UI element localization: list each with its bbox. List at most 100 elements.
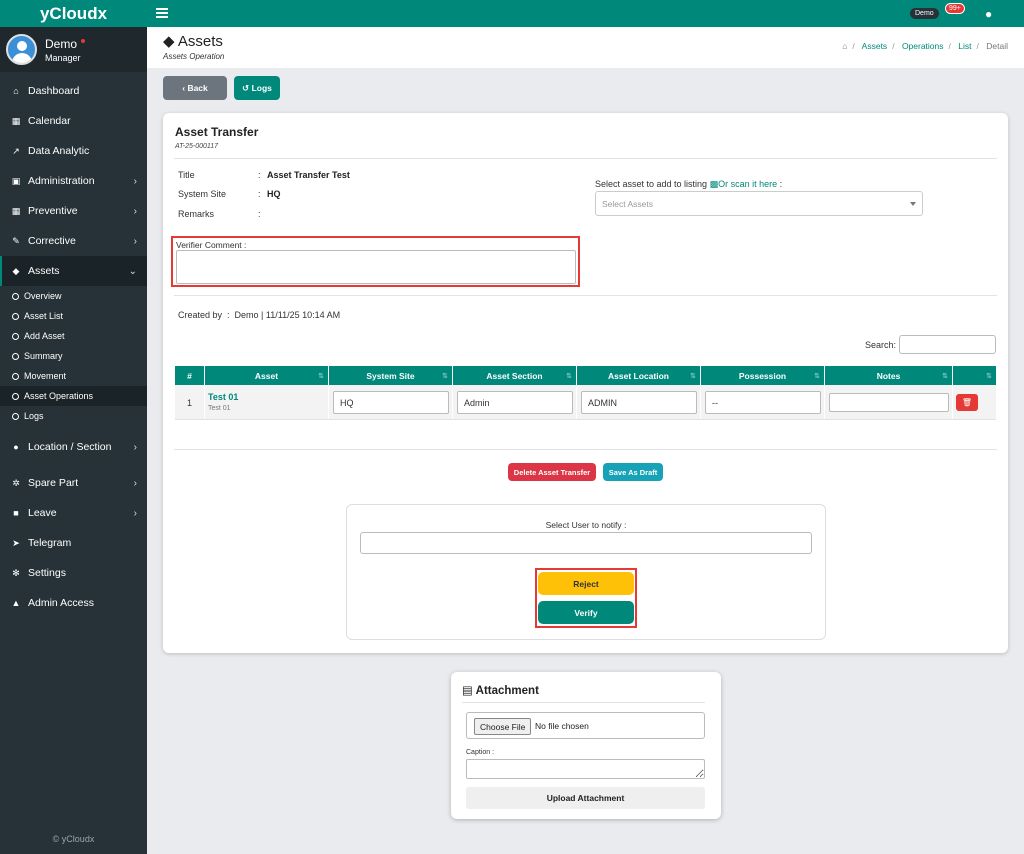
back-button[interactable]: ‹ Back bbox=[163, 76, 227, 100]
demo-badge: Demo bbox=[910, 8, 939, 19]
notes-field[interactable] bbox=[829, 393, 949, 412]
caption-input[interactable] bbox=[466, 759, 705, 779]
qr-icon: ▩ bbox=[709, 179, 719, 189]
notify-user-input[interactable] bbox=[360, 532, 812, 554]
reject-button[interactable]: Reject bbox=[538, 572, 634, 595]
scan-link[interactable]: Or scan it here bbox=[718, 179, 777, 189]
divider bbox=[174, 449, 997, 450]
table-row: 1 Test 01 Test 01 HQ Admin ADMIN -- 🗑 bbox=[175, 385, 996, 420]
card-title: Asset Transfer bbox=[175, 125, 259, 139]
gear-icon: ✻ bbox=[12, 568, 20, 578]
asset-section-field[interactable]: Admin bbox=[457, 391, 573, 414]
save-as-draft-button[interactable]: Save As Draft bbox=[603, 463, 663, 481]
sort-icon: ⇅ bbox=[566, 372, 572, 380]
admin-icon: ▣ bbox=[11, 176, 21, 186]
sidebar-item-leave[interactable]: ■ Leave › bbox=[0, 498, 147, 528]
history-icon: ↺ bbox=[242, 82, 252, 93]
circle-icon bbox=[12, 352, 19, 360]
delete-row-button[interactable]: 🗑 bbox=[956, 394, 978, 411]
sidebar: yCloudx Demo Manager ⌂ Dashboard ▦ Calenda… bbox=[0, 0, 147, 854]
sort-icon: ⇅ bbox=[690, 372, 696, 380]
sidebar-item-corrective[interactable]: ✎ Corrective › bbox=[0, 226, 147, 256]
breadcrumb-assets[interactable]: Assets bbox=[862, 41, 888, 51]
menu-toggle-icon[interactable] bbox=[156, 8, 168, 18]
divider bbox=[462, 702, 705, 703]
upload-attachment-button[interactable]: Upload Attachment bbox=[466, 787, 705, 809]
tag-icon: ◆ bbox=[12, 266, 20, 276]
col-header-system-site[interactable]: System Site ⇅ bbox=[329, 366, 453, 385]
circle-icon bbox=[12, 392, 19, 400]
calendar-icon: ▦ bbox=[11, 116, 21, 126]
attachment-card: ▤ Attachment Choose File No file chosen … bbox=[451, 672, 721, 819]
sidebar-subitem-overview[interactable]: Overview bbox=[0, 286, 147, 306]
breadcrumb-operations[interactable]: Operations bbox=[902, 41, 944, 51]
attachment-title: ▤ Attachment bbox=[462, 685, 539, 697]
delete-asset-transfer-button[interactable]: Delete Asset Transfer bbox=[508, 463, 596, 481]
user-menu-icon[interactable]: ● bbox=[985, 7, 992, 21]
col-header-actions[interactable]: ⇅ bbox=[953, 366, 996, 385]
no-file-text: No file chosen bbox=[535, 721, 589, 731]
circle-icon bbox=[12, 312, 19, 320]
sidebar-item-calendar[interactable]: ▦ Calendar bbox=[0, 106, 147, 136]
sidebar-item-settings[interactable]: ✻ Settings bbox=[0, 558, 147, 588]
notification-badge[interactable]: 99+ bbox=[945, 3, 965, 14]
logs-button[interactable]: ↺ Logs bbox=[234, 76, 280, 100]
col-header-asset-location[interactable]: Asset Location ⇅ bbox=[577, 366, 701, 385]
sidebar-item-dashboard[interactable]: ⌂ Dashboard bbox=[0, 76, 147, 106]
search-label: Search: bbox=[865, 340, 897, 350]
field-label-system-site: System Site bbox=[178, 189, 227, 199]
divider bbox=[174, 158, 997, 159]
field-value-title: Asset Transfer Test bbox=[267, 170, 350, 180]
choose-file-button[interactable]: Choose File bbox=[474, 718, 532, 735]
avatar bbox=[6, 34, 37, 65]
chevron-right-icon: › bbox=[133, 175, 137, 187]
col-header-asset-section[interactable]: Asset Section ⇅ bbox=[453, 366, 577, 385]
breadcrumb: ⌂ / Assets / Operations / List / Detail bbox=[842, 41, 1008, 51]
system-site-field[interactable]: HQ bbox=[333, 391, 449, 414]
sidebar-item-location-section[interactable]: ● Location / Section › bbox=[0, 432, 147, 462]
col-header-asset[interactable]: Asset ⇅ bbox=[205, 366, 329, 385]
col-header-notes[interactable]: Notes ⇅ bbox=[825, 366, 953, 385]
search-input[interactable] bbox=[899, 335, 996, 354]
brand-logo[interactable]: yCloudx bbox=[0, 0, 147, 27]
select-asset-label: Select asset to add to listing ▩Or scan … bbox=[595, 179, 783, 189]
sidebar-subitem-asset-operations[interactable]: Asset Operations bbox=[0, 386, 147, 406]
select-assets-dropdown[interactable]: Select Assets bbox=[595, 191, 923, 216]
chevron-right-icon: › bbox=[133, 441, 137, 453]
table-header: # Asset ⇅ System Site ⇅ Asset Section ⇅ Ass… bbox=[175, 366, 996, 385]
verify-button[interactable]: Verify bbox=[538, 601, 634, 624]
col-header-num[interactable]: # bbox=[175, 366, 205, 385]
page-subtitle: Assets Operation bbox=[163, 52, 225, 61]
decision-buttons-group: Reject Verify bbox=[535, 568, 637, 628]
sidebar-item-preventive[interactable]: ▦ Preventive › bbox=[0, 196, 147, 226]
circle-icon bbox=[12, 372, 19, 380]
sidebar-subitem-summary[interactable]: Summary bbox=[0, 346, 147, 366]
calendar-icon: ▦ bbox=[11, 206, 21, 216]
verifier-comment-label: Verifier Comment : bbox=[176, 240, 247, 250]
asset-location-field[interactable]: ADMIN bbox=[581, 391, 697, 414]
caret-down-icon bbox=[910, 202, 916, 206]
sidebar-item-data-analytic[interactable]: ↗ Data Analytic bbox=[0, 136, 147, 166]
sidebar-item-assets[interactable]: ◆ Assets ⌄ bbox=[0, 256, 147, 286]
asset-link[interactable]: Test 01 bbox=[208, 392, 238, 402]
user-panel[interactable]: Demo Manager bbox=[0, 27, 147, 72]
sidebar-subitem-logs[interactable]: Logs bbox=[0, 406, 147, 426]
col-header-possession[interactable]: Possession ⇅ bbox=[701, 366, 825, 385]
sort-icon: ⇅ bbox=[814, 372, 820, 380]
sidebar-item-admin-access[interactable]: ▲ Admin Access bbox=[0, 588, 147, 618]
home-icon[interactable]: ⌂ bbox=[842, 41, 847, 51]
asset-transfer-card: Asset Transfer AT-25-000117 Title : Asse… bbox=[163, 113, 1008, 653]
sidebar-item-administration[interactable]: ▣ Administration › bbox=[0, 166, 147, 196]
user-role: Manager bbox=[45, 52, 81, 63]
sidebar-subitem-movement[interactable]: Movement bbox=[0, 366, 147, 386]
sidebar-subitem-asset-list[interactable]: Asset List bbox=[0, 306, 147, 326]
possession-field[interactable]: -- bbox=[705, 391, 821, 414]
sidebar-subitem-add-asset[interactable]: Add Asset bbox=[0, 326, 147, 346]
breadcrumb-list[interactable]: List bbox=[958, 41, 971, 51]
sidebar-item-telegram[interactable]: ➤ Telegram bbox=[0, 528, 147, 558]
verifier-comment-group: Verifier Comment : bbox=[171, 236, 580, 287]
verifier-comment-input[interactable] bbox=[176, 250, 576, 284]
file-input[interactable]: Choose File No file chosen bbox=[466, 712, 705, 739]
sidebar-item-spare-part[interactable]: ✲ Spare Part › bbox=[0, 468, 147, 498]
user-name: Demo bbox=[45, 36, 78, 51]
